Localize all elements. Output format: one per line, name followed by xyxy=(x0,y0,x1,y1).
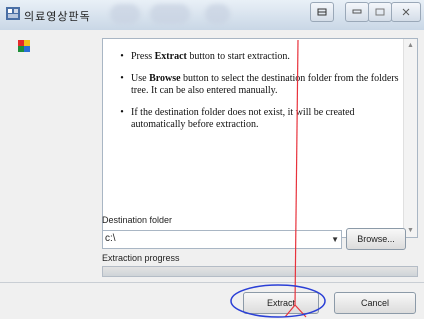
instruction-prefix: Use xyxy=(131,73,150,84)
close-button[interactable] xyxy=(391,2,421,22)
destination-folder-value: c:\ xyxy=(105,233,116,244)
scroll-up-icon[interactable]: ▲ xyxy=(404,39,417,52)
title-bar-blur xyxy=(110,4,140,24)
title-bar-blur xyxy=(205,4,230,24)
browse-button[interactable]: Browse... xyxy=(346,228,406,250)
destination-folder-combo[interactable]: c:\ ▼ xyxy=(102,230,342,249)
bullet-dot: • xyxy=(120,107,124,118)
title-bar[interactable]: 의료영상판독 xyxy=(0,0,424,30)
window-title: 의료영상판독 xyxy=(24,11,91,23)
maximize-icon xyxy=(375,8,385,16)
extraction-progress-bar xyxy=(102,266,418,277)
list-item: • Use Browse button to select the destin… xyxy=(113,73,401,97)
chevron-down-icon[interactable]: ▼ xyxy=(331,235,339,244)
instruction-suffix: button to start extraction. xyxy=(186,51,290,62)
multicolor-logo-icon xyxy=(18,40,30,52)
instruction-prefix: Press xyxy=(131,51,155,62)
maximize-button[interactable] xyxy=(368,2,392,22)
help-button[interactable] xyxy=(310,2,334,22)
extraction-dialog: 의료영상판독 • Press Extract button to start e… xyxy=(0,0,424,319)
instructions-panel[interactable]: • Press Extract button to start extracti… xyxy=(102,38,418,238)
progress-label: Extraction progress xyxy=(102,253,180,263)
vertical-scrollbar[interactable]: ▲ ▼ xyxy=(403,39,417,237)
title-bar-blur xyxy=(150,4,190,24)
instruction-bold: Browse xyxy=(149,73,181,84)
footer-divider xyxy=(0,282,424,283)
bullet-dot: • xyxy=(120,51,124,62)
instruction-suffix: If the destination folder does not exist… xyxy=(131,107,355,130)
list-item: • If the destination folder does not exi… xyxy=(113,107,401,131)
minimize-button[interactable] xyxy=(345,2,369,22)
instruction-text: Use Browse button to select the destinat… xyxy=(131,73,401,97)
dialog-body: • Press Extract button to start extracti… xyxy=(0,30,424,319)
extract-button[interactable]: Extract xyxy=(243,292,319,314)
close-icon xyxy=(402,8,410,16)
cancel-button[interactable]: Cancel xyxy=(334,292,416,314)
instructions-list: • Press Extract button to start extracti… xyxy=(113,51,401,141)
instruction-text: If the destination folder does not exist… xyxy=(131,107,401,131)
instruction-text: Press Extract button to start extraction… xyxy=(131,51,290,63)
minimize-icon xyxy=(352,9,362,14)
app-logo-icon xyxy=(6,7,20,20)
instruction-bold: Extract xyxy=(154,51,187,62)
destination-label: Destination folder xyxy=(102,215,173,225)
help-icon xyxy=(317,8,327,16)
bullet-dot: • xyxy=(120,73,124,84)
list-item: • Press Extract button to start extracti… xyxy=(113,51,401,63)
